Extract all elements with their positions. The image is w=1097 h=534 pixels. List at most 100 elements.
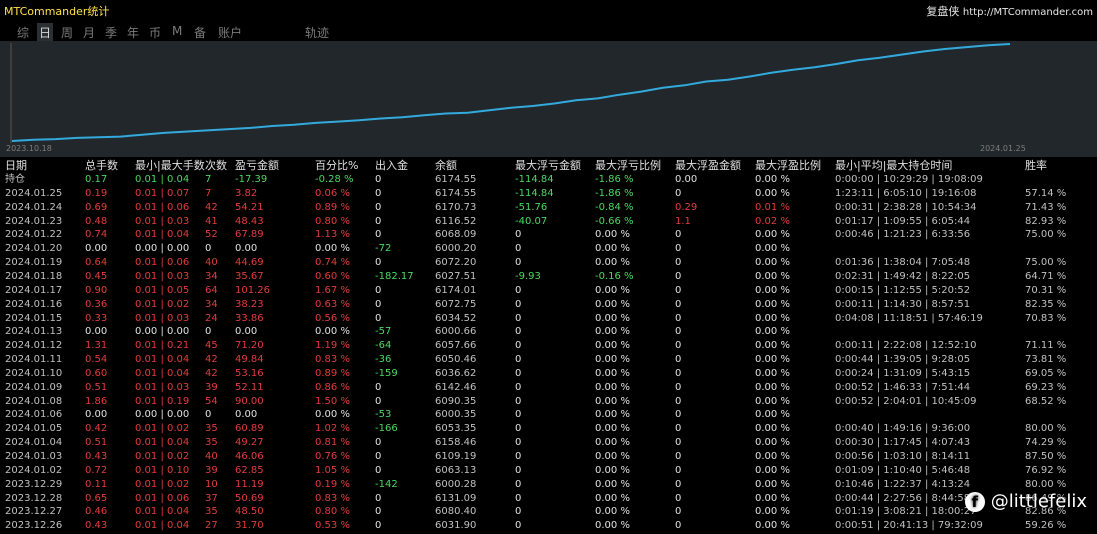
table-row[interactable]: 2024.01.11 0.54 0.01 | 0.04 42 49.84 0.83 % -3… <box>0 353 1097 367</box>
brand[interactable]: 复盘侠 http://MTCommander.com <box>926 3 1093 19</box>
table-row[interactable]: 2024.01.20 0.00 0.00 | 0.00 0 0.00 0.00 % -72 6… <box>0 242 1097 256</box>
tab-10[interactable]: 轨迹 <box>303 23 331 42</box>
table-cell: 0 <box>515 340 522 352</box>
table-cell: 6109.19 <box>435 451 477 462</box>
table-cell: 0:10:46 | 1:22:37 | 4:13:24 <box>835 478 971 490</box>
table-row[interactable]: 2024.01.16 0.36 0.01 | 0.02 34 38.23 0.63 % 0 6… <box>0 298 1097 312</box>
table-row[interactable]: 2024.01.06 0.00 0.00 | 0.00 0 0.00 0.00 % -53 6… <box>0 408 1097 422</box>
tab-5[interactable]: 年 <box>125 23 141 42</box>
table-cell: 0:00:24 | 1:31:09 | 5:43:15 <box>835 367 971 379</box>
tab-9[interactable]: 账户 <box>216 23 244 42</box>
table-cell: 0 <box>515 451 522 462</box>
column-header[interactable]: 次数 <box>205 159 227 172</box>
table-cell: 0 <box>375 187 382 199</box>
table-row-open-positions[interactable]: 持仓 0.17 0.01 | 0.04 7 -17.39 -0.28 % 0 6174.55 -… <box>0 173 1097 187</box>
tab-4[interactable]: 季 <box>103 23 119 42</box>
table-row[interactable]: 2023.12.26 0.43 0.01 | 0.04 27 31.70 0.53 % 0 6… <box>0 519 1097 533</box>
table-cell: -0.16 % <box>595 271 634 282</box>
column-header[interactable]: 出入金 <box>375 159 408 172</box>
table-row[interactable]: 2024.01.05 0.42 0.01 | 0.02 35 60.89 1.02 % -1… <box>0 422 1097 436</box>
column-header[interactable]: 最大浮盈金额 <box>675 159 741 172</box>
table-cell: 0 <box>515 395 522 407</box>
table-cell: 68.52 % <box>1025 395 1067 407</box>
table-cell: 2024.01.03 <box>5 451 63 462</box>
table-cell: 2024.01.15 <box>5 312 63 324</box>
table-cell: 49.84 <box>235 354 264 365</box>
tab-7[interactable]: M <box>170 23 184 39</box>
table-cell: 0.00 % <box>755 174 790 185</box>
table-row[interactable]: 2024.01.25 0.19 0.01 | 0.07 7 3.82 0.06 % 0 617… <box>0 187 1097 201</box>
equity-chart: 2023.10.18 2024.01.25 <box>0 41 1097 157</box>
table-row[interactable]: 2024.01.09 0.51 0.01 | 0.03 39 52.11 0.86 % 0 6… <box>0 381 1097 395</box>
table-row[interactable]: 2024.01.15 0.33 0.01 | 0.03 24 33.86 0.56 % 0 6… <box>0 312 1097 326</box>
table-row[interactable]: 2024.01.12 1.31 0.01 | 0.21 45 71.20 1.19 % -6… <box>0 339 1097 353</box>
table-cell: 0.00 % <box>755 257 790 269</box>
column-header[interactable]: 最小|最大手数 <box>135 159 205 172</box>
table-cell: 0 <box>375 257 382 269</box>
table-cell: 6027.51 <box>435 271 477 282</box>
table-row[interactable]: 2023.12.28 0.65 0.01 | 0.06 37 50.69 0.83 % 0 6… <box>0 492 1097 506</box>
table-row[interactable]: 2023.12.29 0.11 0.01 | 0.02 10 11.19 0.19 % -1… <box>0 478 1097 492</box>
table-cell: 0 <box>515 284 522 296</box>
table-row[interactable]: 2024.01.10 0.60 0.01 | 0.04 42 53.16 0.89 % -1… <box>0 367 1097 381</box>
table-cell: -9.93 <box>515 271 541 282</box>
tab-3[interactable]: 月 <box>81 23 97 42</box>
tab-8[interactable]: 备 <box>192 23 208 42</box>
tab-2[interactable]: 周 <box>59 23 75 42</box>
column-header[interactable]: 胜率 <box>1025 159 1047 172</box>
table-row[interactable]: 2024.01.22 0.74 0.01 | 0.04 52 67.89 1.13 % 0 6… <box>0 228 1097 242</box>
column-header[interactable]: 百分比% <box>315 159 358 172</box>
table-row[interactable]: 2024.01.19 0.64 0.01 | 0.06 40 44.69 0.74 % 0 6… <box>0 256 1097 270</box>
column-header[interactable]: 总手数 <box>85 159 118 172</box>
table-cell: 69.05 % <box>1025 367 1067 379</box>
table-cell: 0 <box>675 367 682 379</box>
table-cell: 0.01 | 0.19 <box>135 395 190 407</box>
table-row[interactable]: 2024.01.18 0.45 0.01 | 0.03 34 35.67 0.60 % -1… <box>0 270 1097 284</box>
table-cell: 6072.20 <box>435 257 477 269</box>
tab-6[interactable]: 币 <box>147 23 163 42</box>
column-header[interactable]: 最小|平均|最大持仓时间 <box>835 159 952 172</box>
column-header[interactable]: 最大浮盈比例 <box>755 159 821 172</box>
brand-url[interactable]: http://MTCommander.com <box>963 7 1093 18</box>
table-cell: 54.21 <box>235 201 264 213</box>
table-cell: 0:01:09 | 1:10:40 | 5:46:48 <box>835 464 971 476</box>
table-cell: 6036.62 <box>435 367 477 379</box>
stats-table: 日期 总手数 最小|最大手数 次数 盈亏金额 百分比% 出入金 余额 最大浮亏金额 最大浮亏比例 最… <box>0 157 1097 534</box>
table-cell: 71.20 <box>235 340 264 352</box>
table-cell: 0.00 % <box>595 243 630 255</box>
table-row[interactable]: 2024.01.24 0.69 0.01 | 0.06 42 54.21 0.89 % 0 6… <box>0 201 1097 215</box>
table-row[interactable]: 2024.01.17 0.90 0.01 | 0.05 64 101.26 1.67 % 0… <box>0 284 1097 298</box>
table-row[interactable]: 2024.01.02 0.72 0.01 | 0.10 39 62.85 1.05 % 0 6… <box>0 464 1097 478</box>
table-cell: 0.00 % <box>595 312 630 324</box>
table-cell: 0.51 <box>85 381 108 393</box>
table-cell: 0:02:31 | 1:49:42 | 8:22:05 <box>835 271 971 282</box>
column-header[interactable]: 盈亏金额 <box>235 159 279 172</box>
column-header[interactable]: 余额 <box>435 159 457 172</box>
table-cell: 1.50 % <box>315 395 350 407</box>
table-row[interactable]: 2024.01.13 0.00 0.00 | 0.00 0 0.00 0.00 % -57 6… <box>0 325 1097 339</box>
table-cell: 24 <box>205 312 218 324</box>
table-cell: 2024.01.02 <box>5 464 63 476</box>
table-row[interactable]: 2024.01.23 0.48 0.01 | 0.03 41 48.43 0.80 % 0 6… <box>0 215 1097 229</box>
table-row[interactable]: 2023.12.27 0.46 0.01 | 0.04 35 48.50 0.80 % 0 6… <box>0 505 1097 519</box>
table-cell: 0 <box>675 312 682 324</box>
table-row[interactable]: 2024.01.08 1.86 0.01 | 0.19 54 90.00 1.50 % 0 6… <box>0 395 1097 409</box>
column-header[interactable]: 最大浮亏金额 <box>515 159 581 172</box>
table-cell: 0 <box>375 174 382 185</box>
table-cell: 0.00 % <box>755 340 790 352</box>
column-header[interactable]: 日期 <box>5 159 27 172</box>
table-cell: 0.00 | 0.00 <box>135 326 190 338</box>
table-cell: 0 <box>675 464 682 476</box>
table-row[interactable]: 2024.01.03 0.43 0.01 | 0.02 40 46.06 0.76 % 0 6… <box>0 450 1097 464</box>
table-cell: 0.51 <box>85 437 108 449</box>
tab-1[interactable]: 日 <box>37 23 54 42</box>
table-cell: 0.00 % <box>595 451 630 462</box>
table-cell: 2024.01.08 <box>5 395 63 407</box>
table-cell: 40 <box>205 257 218 269</box>
column-header[interactable]: 最大浮亏比例 <box>595 159 661 172</box>
table-cell: 1.02 % <box>315 423 350 435</box>
table-cell: 0 <box>515 298 522 310</box>
tab-0[interactable]: 综 <box>15 23 31 42</box>
table-row[interactable]: 2024.01.04 0.51 0.01 | 0.04 35 49.27 0.81 % 0 6… <box>0 436 1097 450</box>
table-cell: 0 <box>675 520 682 532</box>
